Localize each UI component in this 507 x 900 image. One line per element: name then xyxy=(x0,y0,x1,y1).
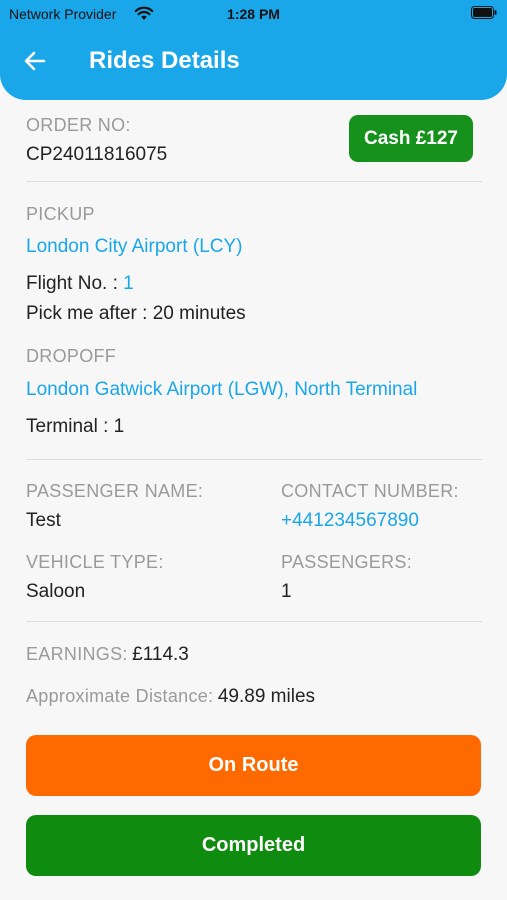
page-title: Rides Details xyxy=(89,47,240,74)
flight-number[interactable]: 1 xyxy=(123,273,134,294)
passenger-name: Test xyxy=(26,510,61,531)
app-header: Network Provider 1:28 PM Rides Details xyxy=(0,0,507,100)
status-bar: Network Provider 1:28 PM xyxy=(0,0,507,28)
dropoff-label: DROPOFF xyxy=(26,346,117,366)
divider xyxy=(26,621,482,622)
passenger-name-label: PASSENGER NAME: xyxy=(26,481,204,501)
payment-badge: Cash £127 xyxy=(349,115,473,162)
vehicle-type: Saloon xyxy=(26,581,86,602)
battery-icon xyxy=(471,6,497,19)
contact-number[interactable]: +441234567890 xyxy=(281,510,419,532)
distance-value: 49.89 miles xyxy=(217,686,316,707)
on-route-button[interactable]: On Route xyxy=(26,735,481,796)
distance-row: Approximate Distance: 49.89 miles xyxy=(26,686,315,708)
divider xyxy=(26,459,482,460)
order-number-label: ORDER NO: xyxy=(26,115,131,135)
dropoff-location[interactable]: London Gatwick Airport (LGW), North Term… xyxy=(26,379,417,401)
order-number: CP24011816075 xyxy=(26,144,168,165)
divider xyxy=(26,181,482,182)
terminal-info: Terminal : 1 xyxy=(26,416,125,437)
flight-number-row: Flight No. : 1 xyxy=(26,273,134,295)
passengers-label: PASSENGERS: xyxy=(281,552,413,572)
pickup-location[interactable]: London City Airport (LCY) xyxy=(26,236,243,258)
passengers-count: 1 xyxy=(281,581,292,602)
completed-button[interactable]: Completed xyxy=(26,815,481,876)
contact-number-label: CONTACT NUMBER: xyxy=(281,481,459,501)
earnings-label: EARNINGS: xyxy=(26,644,128,664)
pickup-label: PICKUP xyxy=(26,204,95,224)
pick-me-after: Pick me after : 20 minutes xyxy=(26,303,246,324)
earnings-value: £114.3 xyxy=(132,644,189,665)
status-time: 1:28 PM xyxy=(227,6,280,22)
vehicle-type-label: VEHICLE TYPE: xyxy=(26,552,164,572)
earnings-row: EARNINGS: £114.3 xyxy=(26,644,189,666)
back-arrow-icon xyxy=(24,51,46,71)
flight-number-label: Flight No. : xyxy=(26,273,124,294)
back-button[interactable] xyxy=(20,45,52,77)
distance-label: Approximate Distance: xyxy=(26,686,214,706)
